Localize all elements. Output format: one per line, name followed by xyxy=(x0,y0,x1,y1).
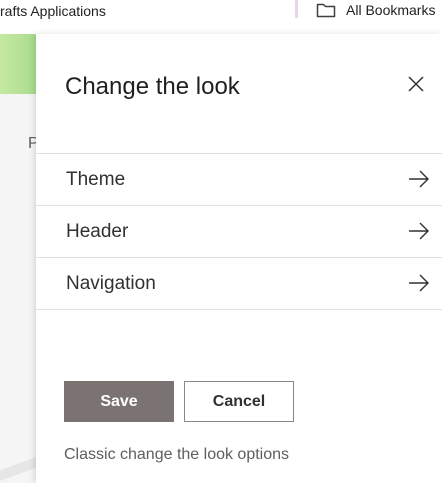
change-the-look-panel: Change the look Theme Header Navigation … xyxy=(36,34,442,483)
close-icon xyxy=(407,75,425,98)
classic-change-the-look-link[interactable]: Classic change the look options xyxy=(64,445,289,465)
folder-icon xyxy=(316,2,336,18)
bookmark-item-applications[interactable]: rafts Applications xyxy=(0,1,106,21)
page-partial-text: P xyxy=(28,135,36,152)
arrow-right-icon xyxy=(408,273,430,293)
panel-title: Change the look xyxy=(65,73,240,100)
look-options-list: Theme Header Navigation xyxy=(36,153,442,310)
option-navigation[interactable]: Navigation xyxy=(36,257,442,310)
background-page: P xyxy=(0,34,36,483)
option-theme[interactable]: Theme xyxy=(36,153,442,205)
bookmark-folder-all-bookmarks[interactable]: All Bookmarks xyxy=(316,0,435,20)
option-label: Navigation xyxy=(66,273,156,294)
bookmarks-bar: rafts Applications All Bookmarks xyxy=(0,0,442,34)
arrow-right-icon xyxy=(408,169,430,189)
site-header-banner xyxy=(0,34,36,94)
close-button[interactable] xyxy=(404,74,428,98)
bookmark-folder-label: All Bookmarks xyxy=(346,2,436,18)
cancel-button[interactable]: Cancel xyxy=(184,381,294,422)
save-button[interactable]: Save xyxy=(64,381,174,422)
arrow-right-icon xyxy=(408,221,430,241)
option-label: Theme xyxy=(66,169,126,190)
background-decoration xyxy=(0,449,36,483)
bookmarks-divider xyxy=(295,0,298,18)
option-label: Header xyxy=(66,221,129,242)
option-header[interactable]: Header xyxy=(36,205,442,257)
